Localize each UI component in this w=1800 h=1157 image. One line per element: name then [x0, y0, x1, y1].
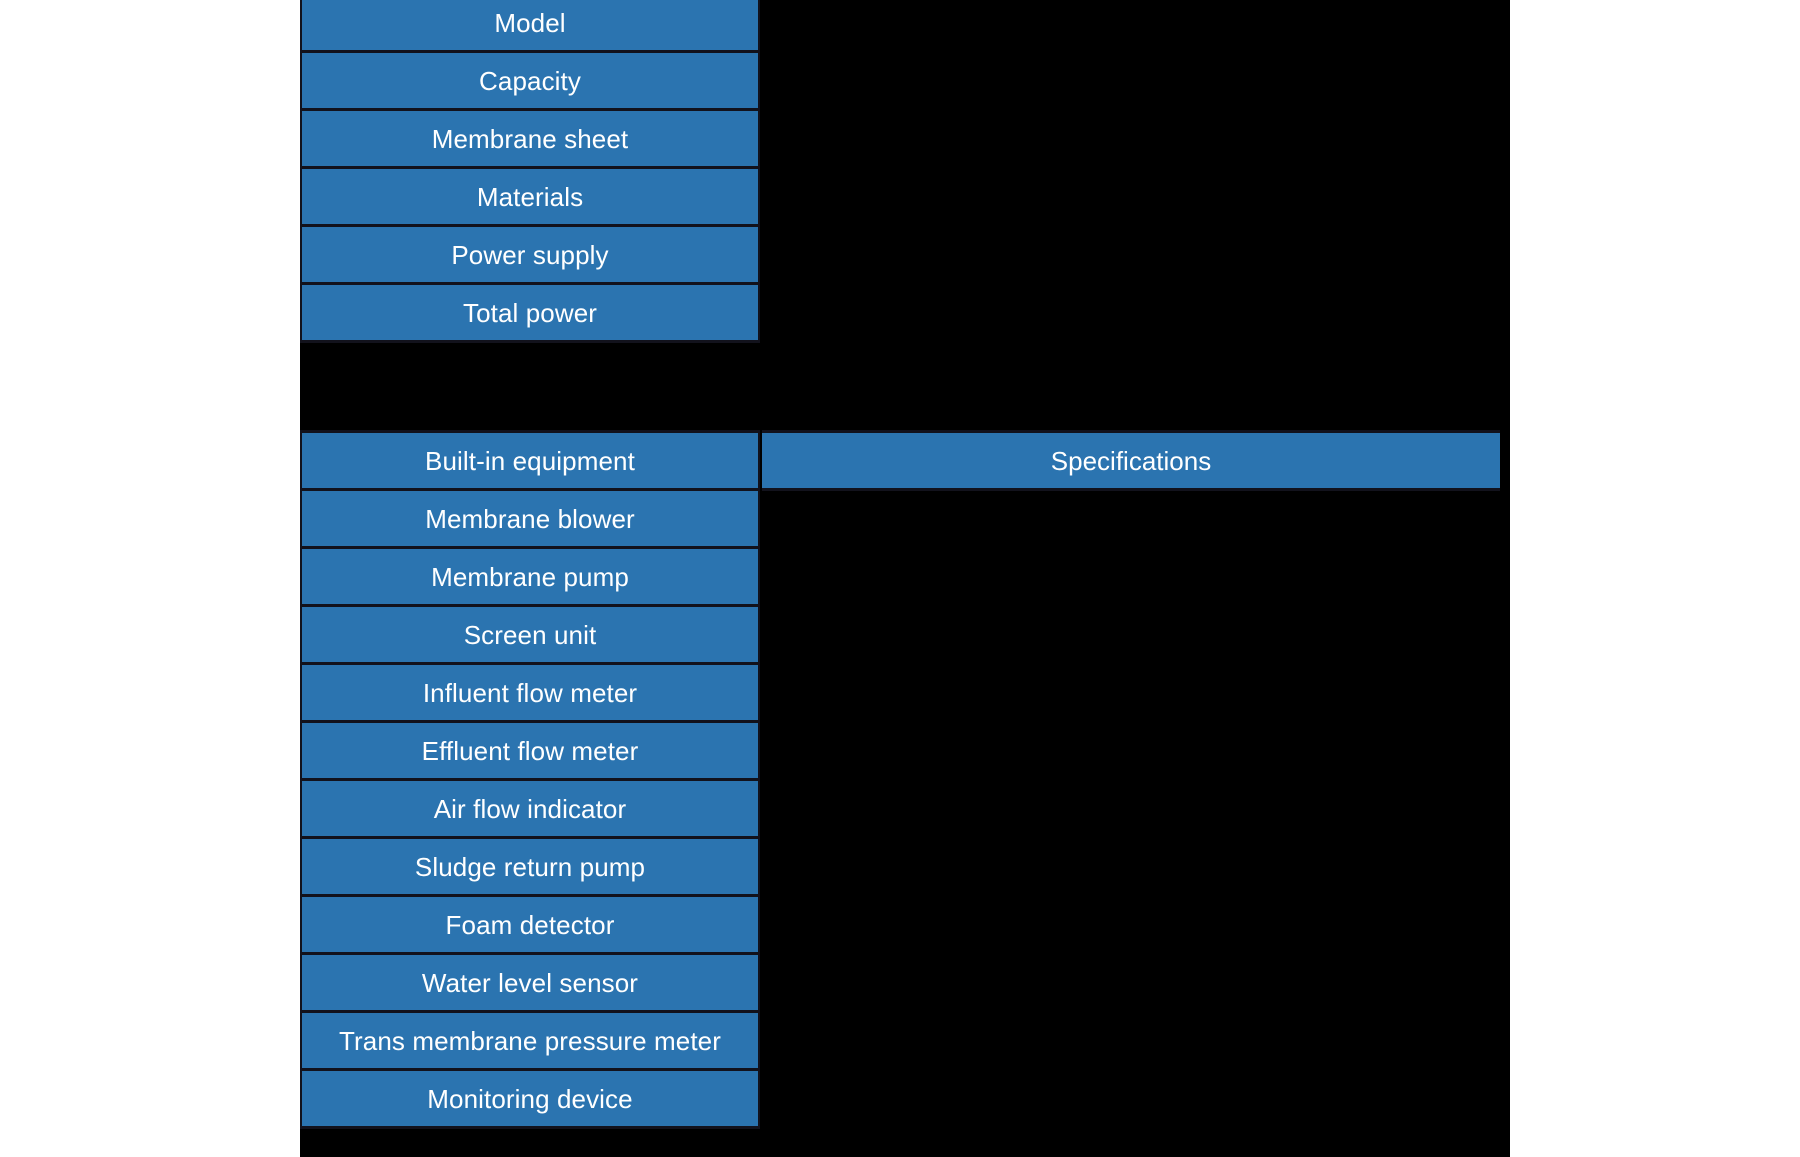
table-row[interactable]: Monitoring device — [300, 1068, 760, 1129]
row-label: Membrane sheet — [431, 123, 629, 154]
column-header-label: Specifications — [1050, 445, 1212, 476]
table-row[interactable]: Foam detector — [300, 894, 760, 955]
table-row[interactable]: Total power — [300, 282, 760, 343]
table-row[interactable]: Membrane pump — [300, 546, 760, 607]
built-in-equipment-table: Built-in equipment Membrane blower Membr… — [300, 430, 760, 1129]
row-label: Water level sensor — [421, 967, 639, 998]
row-label: Membrane blower — [425, 503, 635, 534]
table-row[interactable]: Membrane sheet — [300, 108, 760, 169]
row-label: Influent flow meter — [422, 677, 638, 708]
row-label: Power supply — [451, 239, 609, 270]
table-row[interactable]: Trans membrane pressure meter — [300, 1010, 760, 1071]
table-row[interactable]: Materials — [300, 166, 760, 227]
row-label: Foam detector — [445, 909, 615, 940]
row-label: Effluent flow meter — [421, 735, 639, 766]
table-row[interactable]: Air flow indicator — [300, 778, 760, 839]
table-row[interactable]: Power supply — [300, 224, 760, 285]
row-label: Monitoring device — [427, 1083, 633, 1114]
table-row[interactable]: Sludge return pump — [300, 836, 760, 897]
row-label: Materials — [476, 181, 584, 212]
screenshot-root: Model Capacity Membrane sheet Materials … — [0, 0, 1800, 1157]
row-label: Membrane pump — [431, 561, 629, 592]
row-label: Trans membrane pressure meter — [339, 1025, 721, 1056]
table-row[interactable]: Capacity — [300, 50, 760, 111]
row-label: Sludge return pump — [414, 851, 646, 882]
unit-specification-table: Model Capacity Membrane sheet Materials … — [300, 0, 760, 343]
row-label: Total power — [462, 297, 598, 328]
column-header-label: Built-in equipment — [425, 445, 635, 476]
row-label: Screen unit — [463, 619, 597, 650]
table-row[interactable]: Influent flow meter — [300, 662, 760, 723]
row-label: Model — [494, 7, 566, 38]
table-header-row: Built-in equipment — [300, 430, 760, 491]
table-row[interactable]: Screen unit — [300, 604, 760, 665]
row-label: Capacity — [479, 65, 581, 96]
table-row[interactable]: Model — [300, 0, 760, 53]
table-row[interactable]: Effluent flow meter — [300, 720, 760, 781]
row-label: Air flow indicator — [433, 793, 627, 824]
table-row[interactable]: Water level sensor — [300, 952, 760, 1013]
table-row[interactable]: Membrane blower — [300, 488, 760, 549]
specifications-column-header: Specifications — [762, 430, 1500, 491]
